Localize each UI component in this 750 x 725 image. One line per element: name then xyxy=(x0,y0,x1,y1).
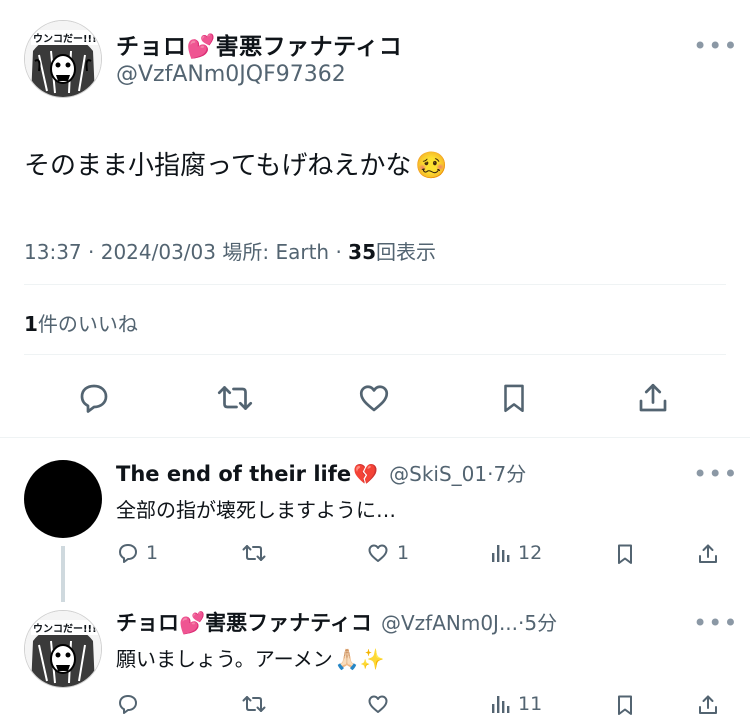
tweet-meta: 13:37 · 2024/03/03 場所: Earth · 35回表示 xyxy=(24,236,436,265)
reply-author-avatar[interactable] xyxy=(24,460,102,538)
reply-icon xyxy=(80,384,108,413)
meta-separator: · xyxy=(335,240,342,264)
reply-bookmark-button[interactable] xyxy=(613,541,637,567)
reply-share-button[interactable] xyxy=(696,541,720,567)
avatar-caption: ウンコだー!!! xyxy=(31,620,99,635)
likes-count: 1 xyxy=(24,312,38,336)
reply-author-avatar[interactable]: ウンコだー!!! xyxy=(24,610,102,688)
view-count: 11 xyxy=(518,693,543,715)
views-icon xyxy=(492,696,510,713)
like-icon xyxy=(359,385,389,412)
woozy-face-emoji: 🥴 xyxy=(415,151,448,181)
reply-reply-button[interactable] xyxy=(116,692,146,716)
divider xyxy=(24,354,726,355)
reply-share-button[interactable] xyxy=(696,692,720,718)
bookmark-icon xyxy=(618,695,632,715)
divider xyxy=(24,284,726,285)
reply-text: 願いましょう。アーメン 🙏🏻✨ xyxy=(116,643,385,672)
broken-heart-emoji: 💔 xyxy=(353,462,379,486)
retweet-button[interactable] xyxy=(213,378,257,418)
like-count: 1 xyxy=(397,542,410,564)
like-icon xyxy=(368,544,388,562)
reply-header: The end of their life 💔 @SkiS_01·7分 xyxy=(116,458,526,487)
view-count: 12 xyxy=(518,542,543,564)
reply-like-button[interactable]: 1 xyxy=(365,541,409,565)
retweet-icon xyxy=(217,386,253,410)
reply-author-handle[interactable]: @VzfANm0J... xyxy=(381,611,518,635)
reply-header: チョロ💕害悪ファナティコ @VzfANm0J...·5分 xyxy=(116,607,557,637)
reply-time[interactable]: 5分 xyxy=(524,611,557,635)
views-label: 回表示 xyxy=(376,240,437,264)
main-tweet-body: そのまま小指腐ってもげねえかな xyxy=(24,151,412,181)
section-divider xyxy=(0,437,750,438)
reply-reply-button[interactable]: 1 xyxy=(116,541,158,565)
reply-views-button[interactable]: 11 xyxy=(490,692,542,716)
reply-icon xyxy=(119,544,137,563)
reply-count: 1 xyxy=(146,542,159,564)
likes-label: 件のいいね xyxy=(37,312,138,336)
reply-time[interactable]: 7分 xyxy=(493,462,526,486)
pray-sparkles-emoji: 🙏🏻✨ xyxy=(334,647,385,671)
reply-like-button[interactable] xyxy=(365,692,397,716)
reply-author-name[interactable]: チョロ💕害悪ファナティコ xyxy=(116,611,372,635)
retweet-icon xyxy=(242,545,266,561)
avatar-caption: ウンコだー!!! xyxy=(31,30,99,45)
share-button[interactable] xyxy=(633,378,673,418)
more-icon[interactable]: ••• xyxy=(693,460,738,488)
retweet-icon xyxy=(242,696,266,712)
main-author-handle[interactable]: @VzfANm0JQF97362 xyxy=(116,62,346,87)
more-icon[interactable]: ••• xyxy=(693,609,738,637)
like-button[interactable] xyxy=(354,378,394,418)
reply-text: 全部の指が壊死しますように… xyxy=(116,498,396,522)
views-count: 35 xyxy=(348,240,377,264)
reply-views-button[interactable]: 12 xyxy=(490,541,542,565)
main-author-name[interactable]: チョロ💕害悪ファナティコ xyxy=(116,27,402,61)
reply-retweet-button[interactable] xyxy=(240,692,274,716)
tweet-time[interactable]: 13:37 xyxy=(24,240,82,264)
share-icon xyxy=(699,695,717,714)
meta-separator: · xyxy=(88,240,95,264)
reply-retweet-button[interactable] xyxy=(240,541,274,565)
bookmark-icon xyxy=(618,544,632,564)
reply-body: 願いましょう。アーメン xyxy=(116,647,333,671)
bookmark-icon xyxy=(504,384,524,413)
main-author-avatar[interactable]: ウンコだー!!! xyxy=(24,20,102,98)
share-icon xyxy=(699,544,717,563)
bookmark-button[interactable] xyxy=(494,378,534,418)
more-icon[interactable]: ••• xyxy=(693,32,738,60)
reply-author-name[interactable]: The end of their life xyxy=(116,462,351,486)
share-icon xyxy=(639,383,667,412)
thread-line xyxy=(61,546,65,602)
views-icon xyxy=(492,545,510,562)
reply-bookmark-button[interactable] xyxy=(613,692,637,718)
reply-button[interactable] xyxy=(74,378,114,418)
likes-summary[interactable]: 1件のいいね xyxy=(24,308,138,337)
reply-icon xyxy=(119,695,137,714)
main-tweet-text: そのまま小指腐ってもげねえかな 🥴 xyxy=(24,145,448,182)
reply-author-handle[interactable]: @SkiS_01 xyxy=(389,462,487,486)
tweet-date[interactable]: 2024/03/03 xyxy=(101,240,216,264)
like-icon xyxy=(368,695,388,713)
tweet-location: 場所: Earth xyxy=(222,240,330,264)
